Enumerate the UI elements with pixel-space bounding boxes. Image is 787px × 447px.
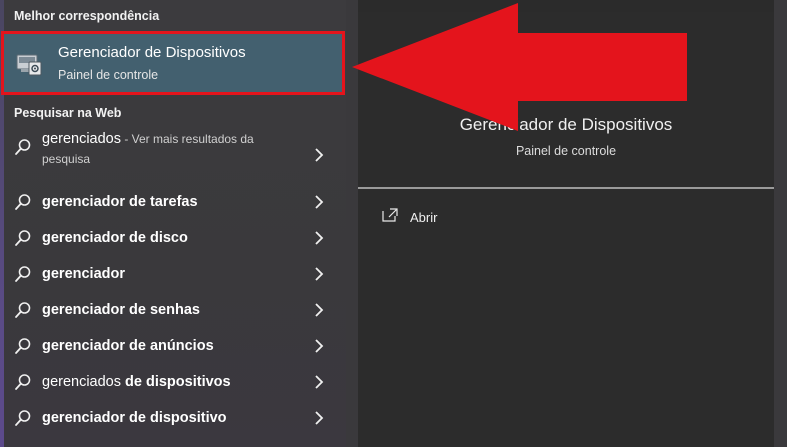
result-query-bold: gerenciador (42, 266, 125, 282)
web-search-heading: Pesquisar na Web (14, 106, 122, 120)
web-search-result-text: gerenciados de dispositivos (42, 364, 231, 400)
search-results-panel: Melhor correspondência Gerenciador de Di… (0, 0, 346, 447)
chevron-right-icon[interactable] (314, 267, 324, 281)
chevron-right-icon[interactable] (314, 339, 324, 353)
web-search-result[interactable]: gerenciador de dispositivo (0, 400, 346, 436)
web-search-result[interactable]: gerenciador de tarefas (0, 184, 346, 220)
device-manager-icon (15, 49, 45, 79)
web-search-result-text: gerenciador de anúncios (42, 328, 214, 364)
preview-subtitle: Painel de controle (515, 144, 617, 158)
result-query-bold: gerenciador de disco (42, 230, 188, 246)
result-query-normal: gerenciados (42, 131, 121, 147)
search-icon (15, 410, 31, 426)
result-query-bold: gerenciador de anúncios (42, 338, 214, 354)
chevron-right-icon[interactable] (314, 411, 324, 425)
chevron-right-icon[interactable] (314, 195, 324, 209)
preview-panel: Gerenciador de Dispositivos Painel de co… (358, 12, 774, 447)
web-search-result-text: gerenciador de tarefas (42, 184, 198, 220)
search-icon (15, 194, 31, 210)
best-match-title: Gerenciador de Dispositivos (58, 44, 246, 61)
web-search-result-text: gerenciador de dispositivo (42, 400, 227, 436)
chevron-right-icon[interactable] (314, 231, 324, 245)
result-query-normal: gerenciados (42, 374, 126, 390)
search-icon (15, 338, 31, 354)
preview-divider (358, 187, 774, 189)
web-search-result[interactable]: gerenciador de disco (0, 220, 346, 256)
preview-title: Gerenciador de Dispositivos (459, 115, 673, 134)
result-query-bold: gerenciador de senhas (42, 302, 200, 318)
search-icon (15, 266, 31, 282)
window-edge (774, 0, 787, 447)
result-query-bold: gerenciador de dispositivo (42, 410, 227, 426)
web-search-result[interactable]: gerenciador de anúncios (0, 328, 346, 364)
best-match-heading: Melhor correspondência (14, 9, 160, 23)
chevron-right-icon[interactable] (314, 375, 324, 389)
open-label: Abrir (410, 210, 438, 225)
panel-gap (346, 0, 358, 447)
web-search-result[interactable]: gerenciados de dispositivos (0, 364, 346, 400)
web-search-result-text: gerenciados - Ver mais resultados da pes… (42, 129, 302, 169)
result-query-bold: de dispositivos (125, 374, 231, 390)
chevron-right-icon[interactable] (314, 148, 324, 162)
web-search-result[interactable]: gerenciador de senhas (0, 292, 346, 328)
result-query-bold: gerenciador de tarefas (42, 194, 198, 210)
chevron-right-icon[interactable] (314, 303, 324, 317)
web-search-result[interactable]: gerenciados - Ver mais resultados da pes… (0, 130, 346, 180)
search-icon (15, 139, 31, 155)
web-search-result-text: gerenciador de disco (42, 220, 188, 256)
search-icon (15, 302, 31, 318)
search-icon (15, 374, 31, 390)
web-search-result-text: gerenciador (42, 256, 125, 292)
web-search-result[interactable]: gerenciador (0, 256, 346, 292)
best-match-subtitle: Painel de controle (58, 68, 159, 82)
search-icon (15, 230, 31, 246)
best-match-item[interactable]: Gerenciador de Dispositivos Painel de co… (1, 31, 345, 95)
open-icon (382, 208, 398, 222)
web-search-result-text: gerenciador de senhas (42, 292, 200, 328)
